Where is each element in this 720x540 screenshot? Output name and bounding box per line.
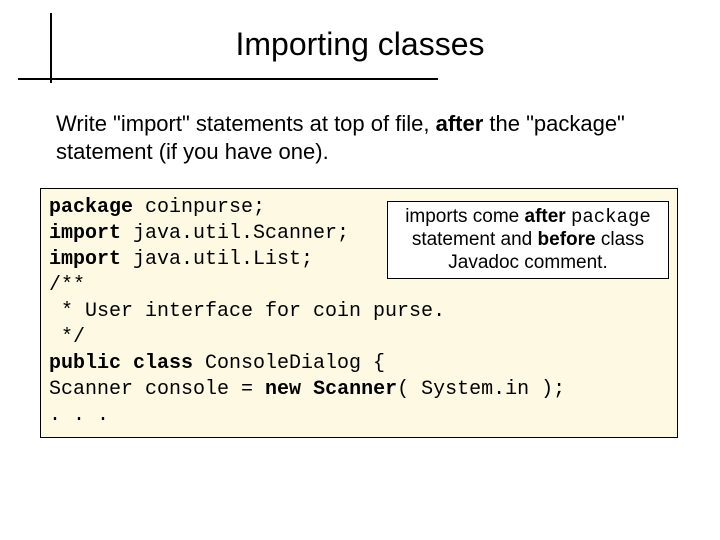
code-line-9: . . . (49, 403, 669, 429)
code-line-8: Scanner console = new Scanner( System.in… (49, 377, 669, 403)
kw-package: package (49, 196, 133, 219)
callout-p1b: after (525, 206, 566, 227)
code-l8c (301, 378, 313, 401)
kw-public-class: public class (49, 352, 193, 375)
code-l8e: ( System.in ); (397, 378, 565, 401)
callout-p2b: before (538, 229, 596, 250)
kw-scanner: Scanner (313, 378, 397, 401)
code-line-5: * User interface for coin purse. (49, 299, 669, 325)
kw-import-1: import (49, 222, 121, 245)
code-l1b: coinpurse; (133, 196, 265, 219)
desc-pre: Write "import" statements at top of file… (56, 111, 436, 136)
code-box: package coinpurse; import java.util.Scan… (40, 188, 678, 438)
callout-p2a: statement and (412, 229, 538, 250)
title-wrap: Importing classes (0, 26, 720, 63)
code-l7b: ConsoleDialog { (193, 352, 385, 375)
title-underline (18, 78, 438, 80)
callout-line-2: statement and before class (394, 229, 662, 252)
kw-new: new (265, 378, 301, 401)
kw-import-2: import (49, 248, 121, 271)
callout-p1mono: package (571, 206, 651, 228)
callout-line-1: imports come after package (394, 206, 662, 229)
code-l2b: java.util.Scanner; (121, 222, 349, 245)
description: Write "import" statements at top of file… (56, 110, 656, 165)
callout-line-3: Javadoc comment. (394, 252, 662, 275)
code-line-6: */ (49, 325, 669, 351)
code-l3b: java.util.List; (121, 248, 313, 271)
code-line-7: public class ConsoleDialog { (49, 351, 669, 377)
callout-p1a: imports come (405, 206, 524, 227)
callout-box: imports come after package statement and… (387, 201, 669, 279)
slide-title: Importing classes (236, 26, 485, 63)
code-l8a: Scanner console = (49, 378, 265, 401)
callout-p2c: class (596, 229, 645, 250)
desc-bold: after (436, 111, 484, 136)
